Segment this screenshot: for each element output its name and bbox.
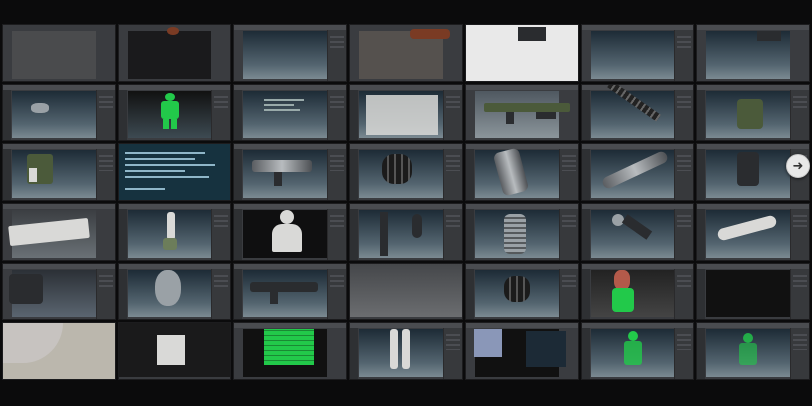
gallery-thumbnail[interactable] bbox=[117, 83, 232, 142]
gallery-thumbnail[interactable] bbox=[349, 143, 463, 201]
gallery-thumbnail[interactable] bbox=[233, 262, 348, 321]
gallery-thumbnail[interactable] bbox=[464, 322, 579, 380]
gallery-thumbnail[interactable] bbox=[464, 24, 579, 82]
gallery-thumbnail[interactable] bbox=[233, 203, 348, 261]
gallery-thumbnail[interactable] bbox=[580, 322, 695, 380]
gallery-thumbnail[interactable] bbox=[2, 203, 116, 261]
gallery-thumbnail[interactable] bbox=[2, 83, 116, 142]
gallery-thumbnail[interactable] bbox=[580, 83, 695, 142]
gallery-thumbnail[interactable] bbox=[233, 322, 348, 380]
gallery-thumbnail[interactable] bbox=[349, 322, 463, 380]
gallery-thumbnail[interactable] bbox=[2, 143, 116, 201]
arrow-right-icon: ➜ bbox=[792, 158, 804, 174]
gallery-thumbnail[interactable] bbox=[580, 143, 695, 201]
screenshot-gallery-grid bbox=[2, 24, 810, 380]
gallery-thumbnail[interactable] bbox=[580, 24, 695, 82]
gallery-thumbnail[interactable] bbox=[349, 262, 463, 321]
gallery-thumbnail[interactable] bbox=[464, 143, 579, 201]
gallery-thumbnail[interactable] bbox=[696, 24, 810, 82]
gallery-thumbnail[interactable] bbox=[2, 262, 116, 321]
gallery-thumbnail[interactable] bbox=[2, 24, 116, 82]
gallery-thumbnail[interactable] bbox=[233, 83, 348, 142]
gallery-thumbnail[interactable] bbox=[464, 262, 579, 321]
gallery-thumbnail[interactable] bbox=[696, 322, 810, 380]
next-arrow-button[interactable]: ➜ bbox=[786, 154, 810, 178]
gallery-thumbnail[interactable] bbox=[580, 203, 695, 261]
gallery-thumbnail[interactable] bbox=[696, 262, 810, 321]
gallery-thumbnail[interactable] bbox=[349, 24, 463, 82]
gallery-thumbnail[interactable] bbox=[349, 203, 463, 261]
gallery-thumbnail[interactable] bbox=[233, 143, 348, 201]
gallery-thumbnail[interactable] bbox=[696, 203, 810, 261]
gallery-thumbnail[interactable] bbox=[580, 262, 695, 321]
gallery-thumbnail[interactable] bbox=[117, 143, 232, 201]
gallery-thumbnail[interactable] bbox=[2, 322, 116, 380]
gallery-thumbnail[interactable] bbox=[349, 83, 463, 142]
gallery-thumbnail[interactable] bbox=[117, 203, 232, 261]
gallery-thumbnail[interactable] bbox=[464, 203, 579, 261]
gallery-thumbnail[interactable] bbox=[117, 262, 232, 321]
gallery-thumbnail[interactable] bbox=[117, 24, 232, 82]
gallery-thumbnail[interactable] bbox=[233, 24, 348, 82]
gallery-thumbnail[interactable] bbox=[464, 83, 579, 142]
gallery-thumbnail[interactable] bbox=[696, 83, 810, 142]
gallery-thumbnail[interactable] bbox=[117, 322, 232, 380]
